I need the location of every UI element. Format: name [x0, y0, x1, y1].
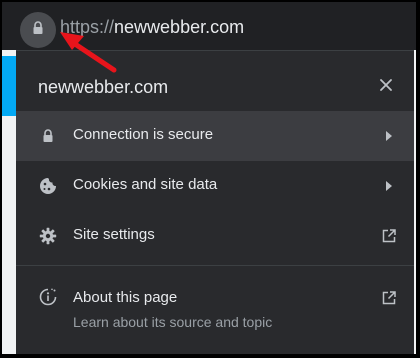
row-label: Cookies and site data — [73, 176, 218, 193]
gear-icon — [38, 226, 58, 246]
cookies-site-data-row[interactable]: Cookies and site data — [16, 161, 414, 211]
chevron-right-icon — [380, 177, 398, 195]
chevron-right-icon — [380, 127, 398, 145]
lock-icon — [38, 126, 58, 146]
external-link-icon — [380, 227, 398, 245]
site-settings-row[interactable]: Site settings — [16, 211, 414, 261]
red-arrow-annotation — [60, 32, 117, 73]
about-subtitle: Learn about its source and topic — [73, 314, 273, 330]
row-label: Site settings — [73, 226, 155, 243]
row-label: Connection is secure — [73, 126, 214, 143]
external-link-icon — [380, 289, 398, 307]
about-page-icon — [38, 287, 58, 307]
cookie-icon — [38, 176, 58, 196]
about-label: About this page — [73, 289, 178, 306]
about-this-page-row[interactable]: About this page Learn about its source a… — [16, 273, 414, 339]
browser-window: https://newwebber.com newwebber.com Conn… — [2, 2, 416, 354]
popup-divider — [16, 265, 414, 266]
